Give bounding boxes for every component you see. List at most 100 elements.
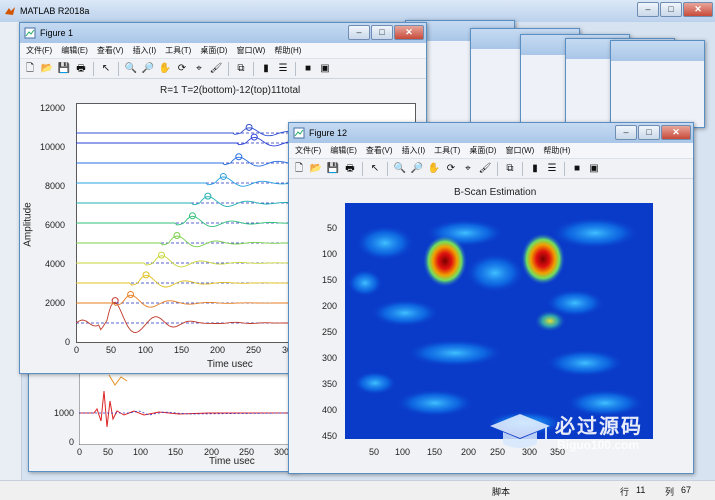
fig1-menu-help[interactable]: 帮助(H) — [274, 45, 301, 56]
colorbar-icon[interactable]: ▮ — [528, 162, 542, 176]
fig1-xtick: 100 — [138, 345, 154, 355]
pan-icon[interactable]: ✋ — [427, 162, 441, 176]
fig12-xtick: 150 — [427, 447, 443, 457]
fig12-menu-insert[interactable]: 插入(I) — [402, 145, 426, 156]
toolbar-separator — [118, 61, 119, 76]
fig1-maximize-button[interactable]: □ — [371, 25, 393, 40]
fig12-maximize-button[interactable]: □ — [638, 125, 660, 140]
fig12-menu-window[interactable]: 窗口(W) — [505, 145, 534, 156]
fig1-menu-insert[interactable]: 插入(I) — [133, 45, 157, 56]
fig1-menu-tools[interactable]: 工具(T) — [165, 45, 191, 56]
fig12-minimize-button[interactable]: – — [615, 125, 637, 140]
fig12-plot-title: B-Scan Estimation — [454, 187, 537, 198]
data-cursor-icon[interactable]: ⌖ — [461, 162, 475, 176]
toolbar-separator — [253, 61, 254, 76]
zoom-in-icon[interactable]: 🔍 — [124, 62, 138, 76]
behind-xtick-100: 100 — [133, 447, 149, 457]
save-icon[interactable]: 💾 — [57, 62, 71, 76]
new-file-icon[interactable]: 🗋 — [292, 162, 306, 176]
zoom-in-icon[interactable]: 🔍 — [393, 162, 407, 176]
fig12-axes[interactable] — [345, 203, 653, 439]
data-cursor-icon[interactable]: ⌖ — [192, 62, 206, 76]
fig12-close-button[interactable]: ✕ — [661, 125, 691, 140]
fig12-ytick: 400 — [322, 405, 338, 415]
figure-12-titlebar[interactable]: Figure 12 – □ ✕ — [289, 123, 693, 143]
fig1-ytick: 8000 — [45, 181, 66, 191]
fig12-xtick: 50 — [369, 447, 380, 457]
pointer-icon[interactable]: ↖ — [368, 162, 382, 176]
toolbar-separator — [497, 161, 498, 176]
fig1-menu-desktop[interactable]: 桌面(D) — [200, 45, 227, 56]
brush-icon[interactable]: 🖌 — [209, 62, 223, 76]
figure-12-title: Figure 12 — [309, 128, 348, 138]
fig1-menu-edit[interactable]: 编辑(E) — [61, 45, 88, 56]
toolbar-separator — [362, 161, 363, 176]
figure-1-titlebar[interactable]: Figure 1 – □ ✕ — [20, 23, 426, 43]
link-plot-icon[interactable]: ⧉ — [503, 162, 517, 176]
fig1-ytick: 0 — [65, 337, 71, 347]
fig1-close-button[interactable]: ✕ — [394, 25, 424, 40]
toolbar-separator — [522, 161, 523, 176]
minimize-button[interactable]: – — [637, 2, 659, 17]
toolbar-separator — [93, 61, 94, 76]
zoom-out-icon[interactable]: 🔎 — [410, 162, 424, 176]
fig12-ytick: 100 — [322, 249, 338, 259]
fig12-ytick: 50 — [327, 223, 338, 233]
fig1-menu-view[interactable]: 查看(V) — [97, 45, 124, 56]
new-file-icon[interactable]: 🗋 — [23, 62, 37, 76]
open-folder-icon[interactable]: 📂 — [309, 162, 323, 176]
hide-plot-tools-icon[interactable]: ■ — [301, 62, 315, 76]
fig12-ytick: 250 — [322, 327, 338, 337]
legend-icon[interactable]: ☰ — [276, 62, 290, 76]
legend-icon[interactable]: ☰ — [545, 162, 559, 176]
main-titlebar: MATLAB R2018a – □ ✕ — [0, 0, 715, 22]
stacked-figure-5[interactable] — [610, 40, 705, 128]
watermark-cn: 必过源码 — [555, 416, 643, 438]
fig1-ytick: 6000 — [45, 220, 66, 230]
status-col-label: 列 — [665, 487, 675, 497]
fig1-xtick: 200 — [210, 345, 226, 355]
colorbar-icon[interactable]: ▮ — [259, 62, 273, 76]
fig12-menu-desktop[interactable]: 桌面(D) — [469, 145, 496, 156]
show-plot-tools-icon[interactable]: ▣ — [318, 62, 332, 76]
fig12-menu-view[interactable]: 查看(V) — [366, 145, 393, 156]
hide-plot-tools-icon[interactable]: ■ — [570, 162, 584, 176]
fig12-ytick: 350 — [322, 379, 338, 389]
print-icon[interactable]: 🖶 — [74, 62, 88, 76]
figure-1-controls: – □ ✕ — [348, 25, 424, 40]
close-button[interactable]: ✕ — [683, 2, 713, 17]
figure-12-toolbar: 🗋 📂 💾 🖶 ↖ 🔍 🔎 ✋ ⟳ ⌖ 🖌 ⧉ ▮ ☰ ■ ▣ — [289, 159, 693, 179]
zoom-out-icon[interactable]: 🔎 — [141, 62, 155, 76]
status-script-label: 脚本 — [492, 487, 511, 497]
fig12-xtick: 200 — [461, 447, 477, 457]
figure-icon — [293, 127, 305, 139]
rotate-icon[interactable]: ⟳ — [444, 162, 458, 176]
link-plot-icon[interactable]: ⧉ — [234, 62, 248, 76]
behind-ytick-0: 0 — [69, 437, 75, 447]
figure-12-controls: – □ ✕ — [615, 125, 691, 140]
fig12-menu-file[interactable]: 文件(F) — [295, 145, 321, 156]
rotate-icon[interactable]: ⟳ — [175, 62, 189, 76]
fig1-menu-window[interactable]: 窗口(W) — [236, 45, 265, 56]
print-icon[interactable]: 🖶 — [343, 162, 357, 176]
fig1-menu-file[interactable]: 文件(F) — [26, 45, 52, 56]
open-folder-icon[interactable]: 📂 — [40, 62, 54, 76]
figure-behind-window[interactable]: 1000 0 0 50 100 150 200 250 300 Time use… — [28, 360, 298, 472]
figure-1-toolbar: 🗋 📂 💾 🖶 ↖ 🔍 🔎 ✋ ⟳ ⌖ 🖌 ⧉ ▮ ☰ ■ ▣ — [20, 59, 426, 79]
show-plot-tools-icon[interactable]: ▣ — [587, 162, 601, 176]
fig12-menu-help[interactable]: 帮助(H) — [543, 145, 570, 156]
pan-icon[interactable]: ✋ — [158, 62, 172, 76]
fig1-minimize-button[interactable]: – — [348, 25, 370, 40]
fig12-heatmap-svg — [345, 203, 653, 439]
maximize-button[interactable]: □ — [660, 2, 682, 17]
watermark-url: Biguo100.com — [557, 438, 640, 452]
figure-12-menubar: 文件(F) 编辑(E) 查看(V) 插入(I) 工具(T) 桌面(D) 窗口(W… — [289, 143, 693, 159]
main-window-title: MATLAB R2018a — [20, 6, 90, 16]
save-icon[interactable]: 💾 — [326, 162, 340, 176]
brush-icon[interactable]: 🖌 — [478, 162, 492, 176]
behind-xtick-0: 0 — [77, 447, 83, 457]
fig1-ytick: 12000 — [40, 103, 66, 113]
fig12-menu-edit[interactable]: 编辑(E) — [330, 145, 357, 156]
pointer-icon[interactable]: ↖ — [99, 62, 113, 76]
fig12-menu-tools[interactable]: 工具(T) — [434, 145, 460, 156]
